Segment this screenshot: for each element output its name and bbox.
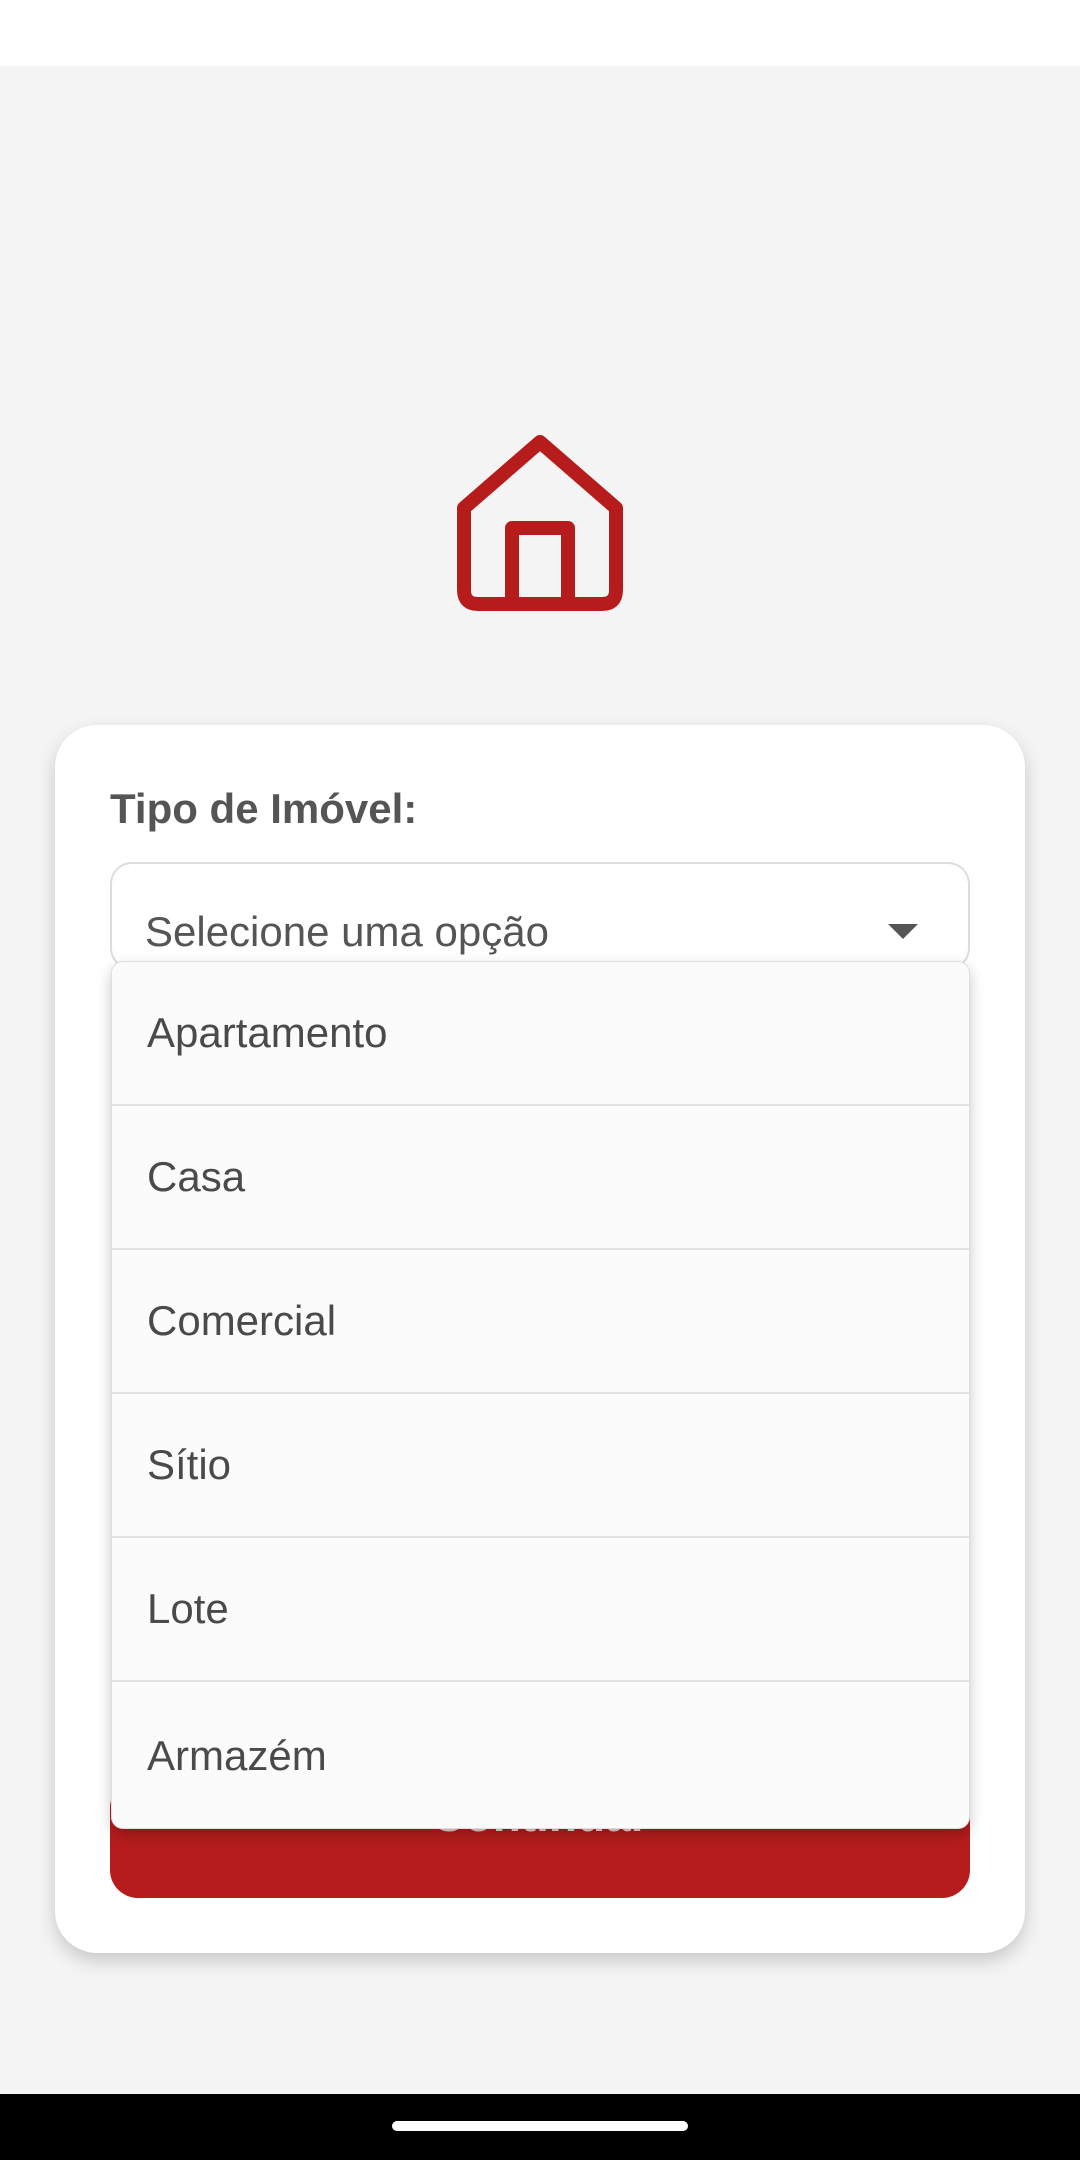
option-sitio[interactable]: Sítio bbox=[112, 1394, 969, 1538]
property-type-select[interactable]: Selecione uma opção bbox=[110, 862, 970, 970]
option-lote[interactable]: Lote bbox=[112, 1538, 969, 1682]
chevron-down-icon bbox=[888, 924, 918, 939]
property-type-label: Tipo de Imóvel: bbox=[110, 785, 418, 832]
select-placeholder: Selecione uma opção bbox=[145, 908, 549, 955]
option-casa[interactable]: Casa bbox=[112, 1106, 969, 1250]
property-type-dropdown: Apartamento Casa Comercial Sítio Lote Ar… bbox=[111, 961, 970, 1829]
navigation-bar bbox=[0, 2094, 1080, 2160]
house-icon bbox=[456, 432, 624, 612]
status-bar bbox=[0, 0, 1080, 66]
option-armazem[interactable]: Armazém bbox=[112, 1682, 969, 1828]
option-comercial[interactable]: Comercial bbox=[112, 1250, 969, 1394]
home-indicator[interactable] bbox=[392, 2121, 688, 2131]
option-apartamento[interactable]: Apartamento bbox=[112, 962, 969, 1106]
